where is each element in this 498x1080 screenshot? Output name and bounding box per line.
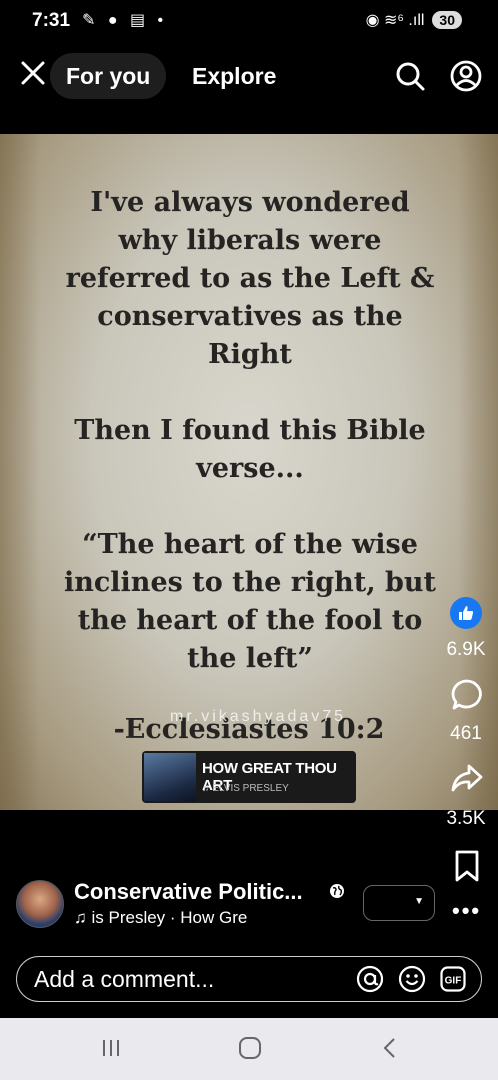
more-options-icon[interactable]: ••• <box>452 898 481 924</box>
song-line[interactable]: ♫ is Presley · How Gre <box>74 908 247 928</box>
author-name[interactable]: Conservative Politic... <box>74 879 303 905</box>
post-paragraph: I've always wondered why liberals were r… <box>65 187 435 370</box>
home-icon[interactable] <box>237 1036 263 1067</box>
notification-icons: ✎ ● ▤ • <box>82 12 168 29</box>
post-image[interactable]: I've always wondered why liberals were r… <box>0 134 498 810</box>
comment-placeholder[interactable]: Add a comment... <box>34 966 214 993</box>
post-paragraph: “The heart of the wise inclines to the r… <box>63 529 437 674</box>
close-icon[interactable] <box>18 60 48 90</box>
bookmark-icon[interactable] <box>454 850 480 887</box>
post-paragraph: Then I found this Bible verse... <box>74 415 426 484</box>
tab-for-you[interactable]: For you <box>66 63 150 90</box>
share-icon[interactable] <box>450 762 484 799</box>
music-artist: ♫ ELVIS PRESLEY <box>202 783 289 794</box>
clock: 7:31 <box>32 10 71 31</box>
music-artist-name: ELVIS PRESLEY <box>212 783 289 794</box>
tab-explore[interactable]: Explore <box>192 63 276 90</box>
battery-indicator: 30 <box>432 11 462 29</box>
chevron-down-icon: ▼ <box>414 896 424 907</box>
watermark: mr.vikashyadav75 <box>170 708 347 725</box>
avatar[interactable] <box>16 880 64 928</box>
signal-icons: ◉ ≋⁶ .ıll <box>365 12 425 29</box>
globe-icon <box>329 883 345 904</box>
gif-icon[interactable]: GIF <box>440 966 466 997</box>
status-bar: 7:31 ✎ ● ▤ • ◉ ≋⁶ .ıll 30 <box>0 0 498 42</box>
recent-apps-icon[interactable] <box>99 1036 123 1067</box>
comment-icon[interactable] <box>450 678 484 717</box>
comment-count: 461 <box>450 723 482 744</box>
svg-text:GIF: GIF <box>445 976 462 987</box>
post-quote: I've always wondered why liberals were r… <box>60 184 440 716</box>
emoji-icon[interactable] <box>398 965 426 998</box>
follow-dropdown[interactable]: ▼ <box>363 885 435 921</box>
back-icon[interactable] <box>378 1036 402 1067</box>
like-icon[interactable] <box>450 597 482 629</box>
profile-icon[interactable] <box>450 60 482 97</box>
system-icons: ◉ ≋⁶ .ıll 30 <box>366 10 462 30</box>
album-cover <box>144 753 196 801</box>
music-sticker[interactable]: HOW GREAT THOU ART ♫ ELVIS PRESLEY <box>142 751 356 803</box>
like-count: 6.9K <box>446 639 486 660</box>
share-count: 3.5K <box>446 808 486 829</box>
search-icon[interactable] <box>394 60 426 97</box>
mention-icon[interactable] <box>356 965 384 998</box>
song-text: is Presley · How Gre <box>91 908 248 927</box>
